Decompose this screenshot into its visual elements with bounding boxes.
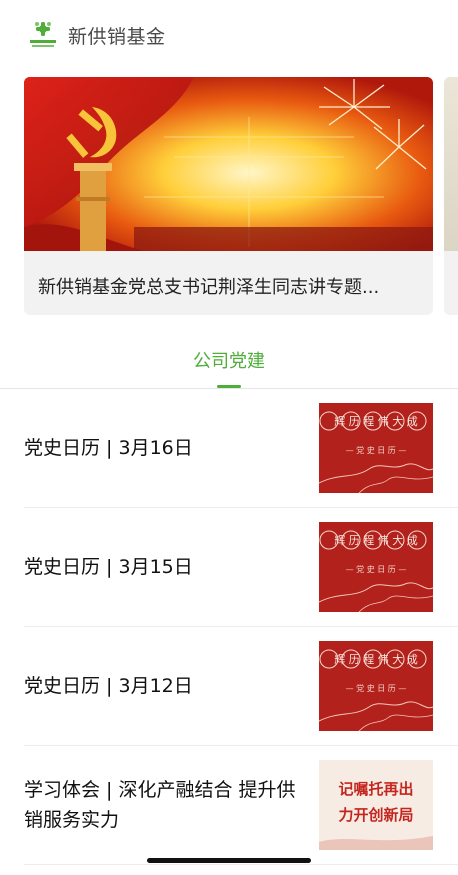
next-featured-card[interactable] <box>444 77 458 315</box>
account-name[interactable]: 新供销基金 <box>68 22 166 49</box>
thumb-headline: 辉 历 程 伟 大 成 <box>334 652 417 666</box>
article-list: 党史日历 | 3月16日 辉 历 程 伟 大 成 — 党 史 日 历 — 党史日… <box>0 389 458 865</box>
article-title: 学习体会 | 深化产融结合 提升供销服务实力 <box>24 779 296 831</box>
article-thumbnail: 辉 历 程 伟 大 成 — 党 史 日 历 — <box>319 403 433 493</box>
featured-article-image <box>24 77 433 251</box>
tab-company-party-building[interactable]: 公司党建 <box>0 347 458 373</box>
article-item[interactable]: 党史日历 | 3月15日 辉 历 程 伟 大 成 — 党 史 日 历 — <box>24 508 458 627</box>
thumb-headline: 辉 历 程 伟 大 成 <box>334 414 417 428</box>
article-title: 党史日历 | 3月15日 <box>24 556 193 578</box>
thumb-subtitle: — 党 史 日 历 — <box>346 683 407 693</box>
thumb-subtitle: — 党 史 日 历 — <box>346 445 407 455</box>
thumb-subtitle: — 党 史 日 历 — <box>346 564 407 574</box>
header-bar: 新供销基金 <box>0 0 458 70</box>
article-item[interactable]: 学习体会 | 深化产融结合 提升供销服务实力 记嘱托再出 力开创新局 <box>24 746 458 865</box>
xingongxiao-logo-icon[interactable] <box>28 20 58 48</box>
featured-article-title: 新供销基金党总支书记荆泽生同志讲专题... <box>38 277 380 298</box>
featured-article-card[interactable]: 新供销基金党总支书记荆泽生同志讲专题... <box>24 77 433 315</box>
article-title: 党史日历 | 3月16日 <box>24 437 193 459</box>
thumb-headline: 辉 历 程 伟 大 成 <box>334 533 417 547</box>
category-tab-bar: 公司党建 <box>0 330 458 389</box>
home-indicator[interactable] <box>147 858 311 863</box>
article-item[interactable]: 党史日历 | 3月12日 辉 历 程 伟 大 成 — 党 史 日 历 — <box>24 627 458 746</box>
tab-active-indicator <box>217 385 241 388</box>
thumb-headline: 记嘱托再出 <box>338 780 413 798</box>
article-thumbnail: 记嘱托再出 力开创新局 <box>319 760 433 850</box>
thumb-subtitle: 力开创新局 <box>338 806 413 824</box>
next-featured-image <box>444 77 458 251</box>
article-item[interactable]: 党史日历 | 3月16日 辉 历 程 伟 大 成 — 党 史 日 历 — <box>24 389 458 508</box>
article-thumbnail: 辉 历 程 伟 大 成 — 党 史 日 历 — <box>319 522 433 612</box>
article-title: 党史日历 | 3月12日 <box>24 675 193 697</box>
article-thumbnail: 辉 历 程 伟 大 成 — 党 史 日 历 — <box>319 641 433 731</box>
